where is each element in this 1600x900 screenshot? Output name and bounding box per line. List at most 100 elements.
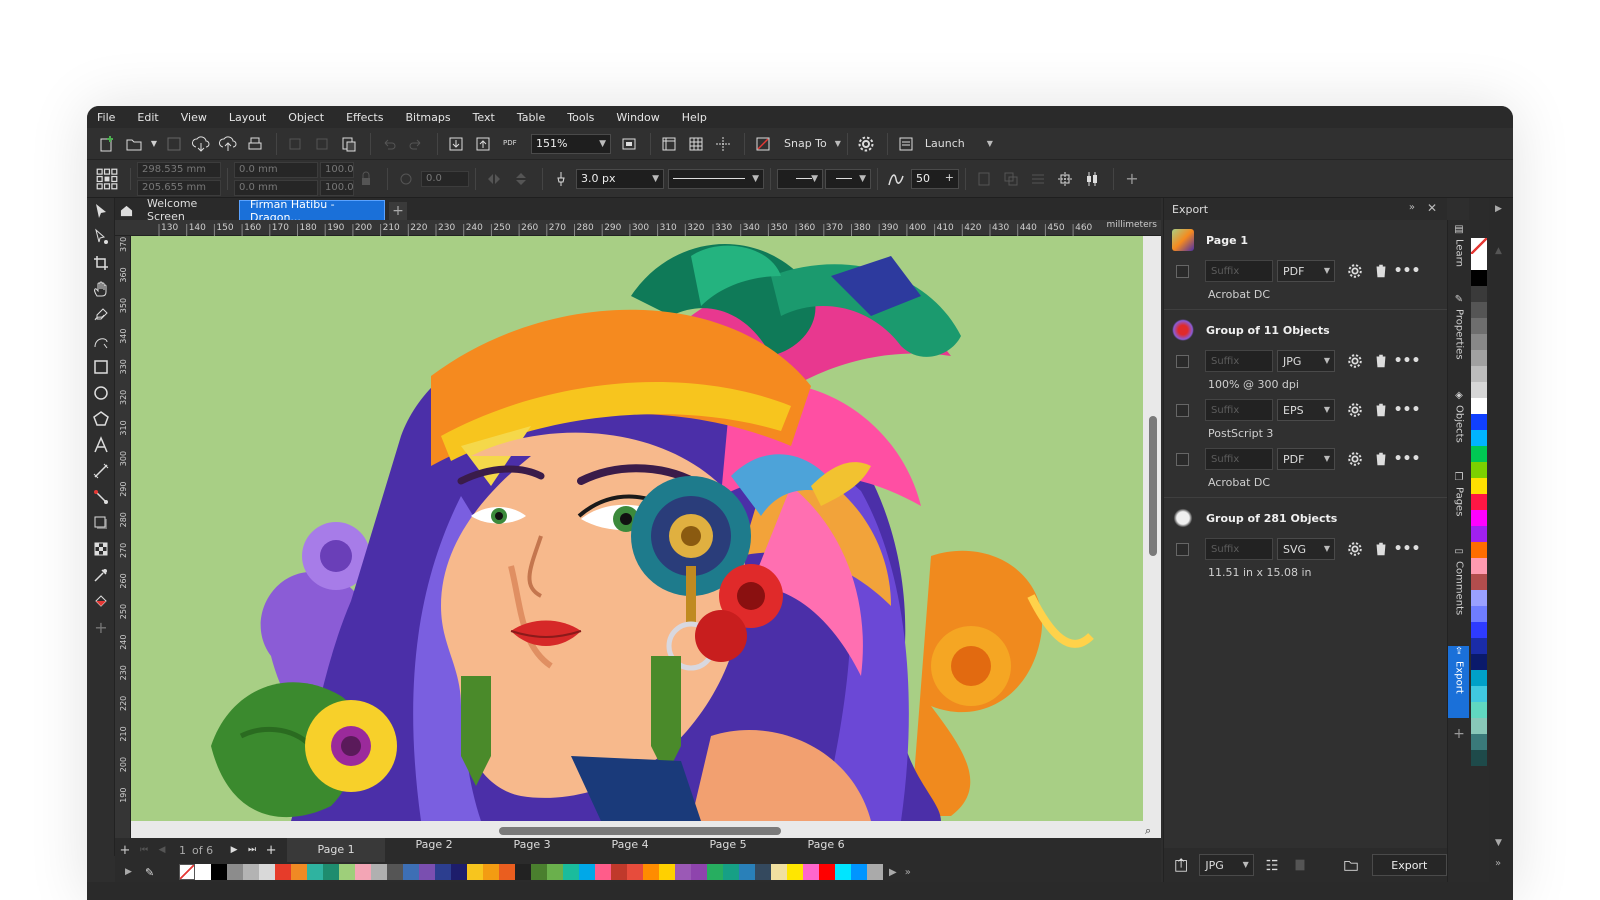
suffix-input[interactable]: Suffix	[1205, 538, 1273, 560]
print-icon[interactable]	[243, 132, 267, 156]
color-swatch[interactable]	[1471, 382, 1487, 398]
snap-toggle-icon[interactable]	[751, 132, 775, 156]
footer-format-dropdown[interactable]: JPG ▼	[1199, 854, 1254, 876]
line-style-dropdown[interactable]: ▼	[668, 168, 764, 189]
suffix-input[interactable]: Suffix	[1205, 448, 1273, 470]
palette-scroll-down-icon[interactable]: ▼	[1495, 838, 1502, 848]
menu-help[interactable]: Help	[682, 111, 707, 124]
add-icon[interactable]: +	[1120, 167, 1144, 191]
cut-icon[interactable]	[283, 132, 307, 156]
menu-edit[interactable]: Edit	[137, 111, 158, 124]
color-swatch[interactable]	[227, 864, 243, 880]
color-swatch[interactable]	[1471, 622, 1487, 638]
color-swatch[interactable]	[1471, 702, 1487, 718]
lock-ratio-icon[interactable]	[354, 167, 378, 191]
more-options-icon[interactable]: •••	[1394, 260, 1421, 282]
color-swatch[interactable]	[1471, 654, 1487, 670]
new-document-icon[interactable]	[95, 132, 119, 156]
page-tab-5[interactable]: Page 5	[679, 838, 777, 862]
color-swatch[interactable]	[851, 864, 867, 880]
color-swatch[interactable]	[483, 864, 499, 880]
outline-pen-icon[interactable]	[549, 167, 573, 191]
align-distribute-icon[interactable]	[1053, 167, 1077, 191]
close-icon[interactable]: ✕	[1427, 201, 1437, 215]
color-swatch[interactable]	[1471, 462, 1487, 478]
polygon-tool-icon[interactable]	[87, 406, 115, 432]
color-swatch[interactable]	[355, 864, 371, 880]
artwork[interactable]	[131, 236, 1143, 821]
cloud-upload-icon[interactable]	[216, 132, 240, 156]
last-page-icon[interactable]: ⏭	[243, 845, 261, 855]
color-swatch[interactable]	[691, 864, 707, 880]
color-swatch[interactable]	[515, 864, 531, 880]
color-swatch[interactable]	[419, 864, 435, 880]
menu-text[interactable]: Text	[473, 111, 495, 124]
dock-tab-learn[interactable]: ▤ Learn	[1448, 224, 1470, 286]
redo-icon[interactable]	[404, 132, 428, 156]
color-swatch[interactable]	[1471, 734, 1487, 750]
menu-layout[interactable]: Layout	[229, 111, 266, 124]
start-arrowhead-dropdown[interactable]: ▼	[777, 168, 823, 189]
settings-gear-icon[interactable]	[1343, 538, 1367, 560]
export-checkbox[interactable]	[1176, 452, 1189, 466]
add-tab-icon[interactable]: +	[389, 202, 407, 220]
export-icon[interactable]	[471, 132, 495, 156]
color-swatch[interactable]	[259, 864, 275, 880]
smoothing-value-field[interactable]: 50 +	[911, 168, 959, 189]
color-swatch[interactable]	[307, 864, 323, 880]
color-swatch[interactable]	[195, 864, 211, 880]
color-swatch[interactable]	[1471, 494, 1487, 510]
color-swatch[interactable]	[1471, 302, 1487, 318]
show-grid-icon[interactable]	[684, 132, 708, 156]
dimension-tool-icon[interactable]	[87, 458, 115, 484]
color-swatch[interactable]	[547, 864, 563, 880]
color-swatch[interactable]	[611, 864, 627, 880]
reference-point-icon[interactable]	[93, 165, 121, 193]
color-swatch[interactable]	[1471, 254, 1487, 270]
pick-tool-icon[interactable]	[87, 198, 115, 224]
trash-icon[interactable]	[1369, 260, 1393, 282]
color-swatch[interactable]	[835, 864, 851, 880]
color-swatch[interactable]	[1471, 318, 1487, 334]
menu-object[interactable]: Object	[288, 111, 324, 124]
color-swatch[interactable]	[275, 864, 291, 880]
outline-width-dropdown[interactable]: 3.0 px ▼	[576, 168, 664, 189]
settings-gear-icon[interactable]	[1343, 399, 1367, 421]
export-checkbox[interactable]	[1176, 542, 1189, 556]
curve-smoothing-icon[interactable]	[884, 167, 908, 191]
align-center-icon[interactable]	[1080, 167, 1104, 191]
scale-x-field[interactable]: 100.0	[320, 161, 354, 178]
mirror-horizontal-icon[interactable]	[482, 167, 506, 191]
palette-scroll-right-icon[interactable]: ▶	[889, 867, 897, 878]
add-page-icon[interactable]: +	[115, 843, 135, 858]
color-swatch[interactable]	[291, 864, 307, 880]
palette-scroll-left-icon[interactable]: ▶	[125, 867, 132, 877]
suffix-input[interactable]: Suffix	[1205, 399, 1273, 421]
color-swatch[interactable]	[339, 864, 355, 880]
palette-expand-icon[interactable]: »	[1495, 858, 1501, 869]
color-swatch[interactable]	[211, 864, 227, 880]
color-swatch[interactable]	[371, 864, 387, 880]
open-folder-icon[interactable]	[122, 132, 146, 156]
scale-y-field[interactable]: 100.0	[320, 179, 354, 196]
menu-effects[interactable]: Effects	[346, 111, 383, 124]
cloud-download-icon[interactable]	[189, 132, 213, 156]
copy-icon[interactable]	[310, 132, 334, 156]
height-field[interactable]: 0.0 mm	[234, 179, 318, 196]
shape-tool-icon[interactable]	[87, 224, 115, 250]
color-swatch[interactable]	[1471, 558, 1487, 574]
color-swatch[interactable]	[675, 864, 691, 880]
color-swatch[interactable]	[739, 864, 755, 880]
more-options-icon[interactable]: •••	[1394, 448, 1421, 470]
color-swatch[interactable]	[1471, 750, 1487, 766]
color-swatch[interactable]	[1471, 638, 1487, 654]
color-swatch[interactable]	[387, 864, 403, 880]
palette-expand-icon[interactable]: »	[905, 867, 911, 878]
menu-bitmaps[interactable]: Bitmaps	[405, 111, 450, 124]
page-tab-6[interactable]: Page 6	[777, 838, 875, 862]
menu-tools[interactable]: Tools	[567, 111, 594, 124]
color-swatch[interactable]	[707, 864, 723, 880]
export-options-icon[interactable]	[1289, 855, 1310, 875]
expand-docker-icon[interactable]: »	[1409, 202, 1415, 213]
color-swatch[interactable]	[1471, 574, 1487, 590]
